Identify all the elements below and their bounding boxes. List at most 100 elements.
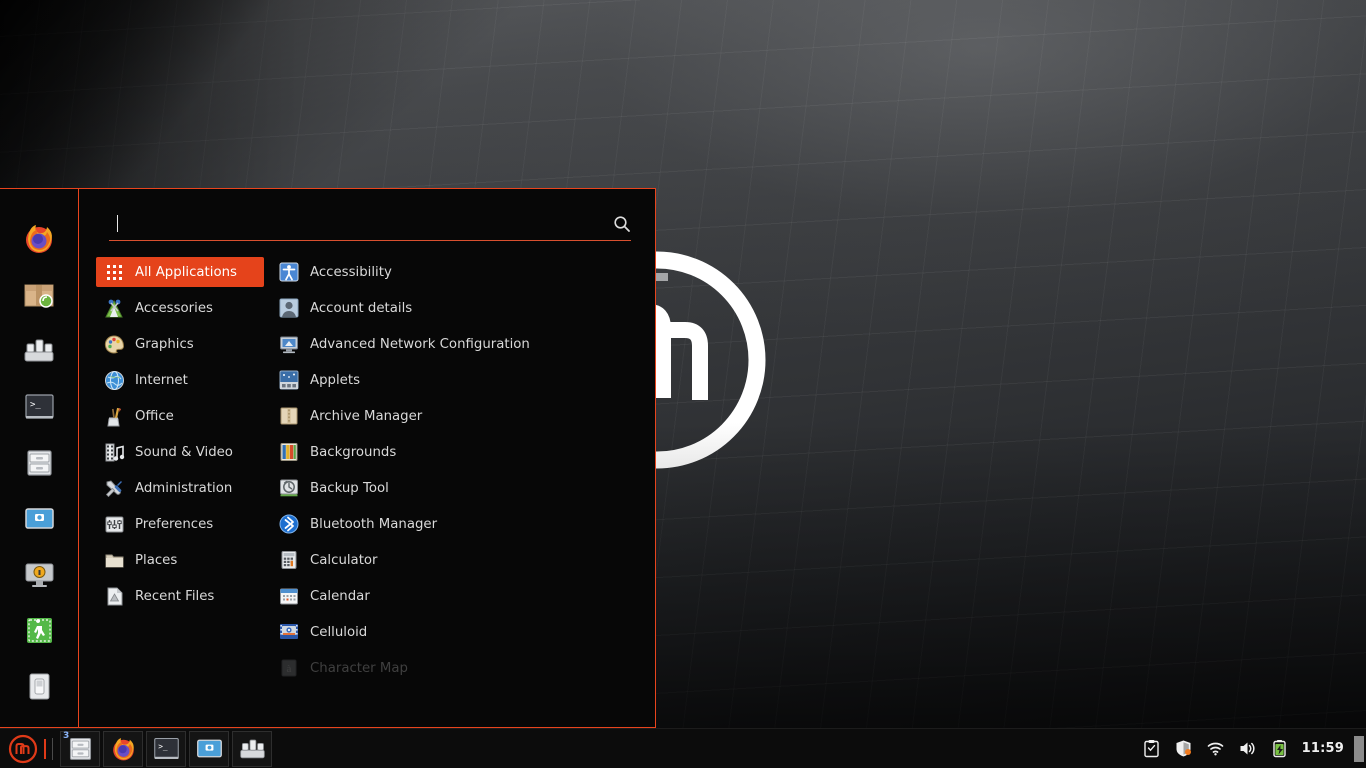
archive-manager-icon <box>278 405 300 427</box>
app-item-accessibility[interactable]: Accessibility <box>271 257 641 287</box>
task-badge-count: 3 <box>63 730 70 741</box>
battery-charging-icon[interactable] <box>1267 736 1293 762</box>
favorite-terminal-icon[interactable]: >_ <box>16 383 62 429</box>
app-item-backgrounds[interactable]: Backgrounds <box>271 437 641 467</box>
svg-text:>_: >_ <box>158 742 168 751</box>
sound-video-icon <box>103 441 125 463</box>
app-item-account-details[interactable]: Account details <box>271 293 641 323</box>
category-office[interactable]: Office <box>96 401 264 431</box>
calendar-icon <box>278 585 300 607</box>
screenshot-icon <box>196 739 222 758</box>
celluloid-icon <box>278 621 300 643</box>
favorite-lock-screen-icon[interactable] <box>16 551 62 597</box>
app-item-celluloid[interactable]: Celluloid <box>271 617 641 647</box>
administration-icon <box>103 477 125 499</box>
search-input[interactable] <box>109 215 613 236</box>
favorite-software-manager-icon[interactable] <box>16 271 62 317</box>
menu-favorites-sidebar[interactable]: >_ <box>0 189 79 727</box>
accessories-icon <box>103 297 125 319</box>
app-item-archive-manager[interactable]: Archive Manager <box>271 401 641 431</box>
menu-columns: All Applications Accessories Graphics In… <box>79 241 655 727</box>
app-item-bluetooth-manager[interactable]: Bluetooth Manager <box>271 509 641 539</box>
category-label: Accessories <box>135 300 213 316</box>
category-graphics[interactable]: Graphics <box>96 329 264 359</box>
favorite-logout-icon[interactable] <box>16 607 62 653</box>
bottom-panel[interactable]: 3 >_ 11:59 <box>0 728 1366 768</box>
favorite-shutdown-icon[interactable] <box>16 663 62 709</box>
app-item-applets[interactable]: Applets <box>271 365 641 395</box>
graphics-icon <box>103 333 125 355</box>
task-button-firefox[interactable] <box>103 730 143 767</box>
category-label: Administration <box>135 480 233 496</box>
places-icon <box>103 549 125 571</box>
app-label: Advanced Network Configuration <box>310 336 530 352</box>
category-all-applications[interactable]: All Applications <box>96 257 264 287</box>
app-item-character-map[interactable]: à Character Map <box>271 653 641 683</box>
menu-application-list[interactable]: Accessibility Account details Advanced N… <box>264 257 655 727</box>
calculator-icon <box>278 549 300 571</box>
internet-icon <box>103 369 125 391</box>
category-sound-video[interactable]: Sound & Video <box>96 437 264 467</box>
task-button-terminal[interactable]: >_ <box>146 730 186 767</box>
bluetooth-icon <box>278 513 300 535</box>
category-label: Graphics <box>135 336 194 352</box>
app-label: Celluloid <box>310 624 368 640</box>
task-button-package-manager[interactable] <box>232 730 272 767</box>
mint-logo-icon <box>8 734 38 763</box>
menu-category-list[interactable]: All Applications Accessories Graphics In… <box>79 257 264 727</box>
favorite-files-icon[interactable] <box>16 439 62 485</box>
app-label: Applets <box>310 372 360 388</box>
preferences-icon <box>103 513 125 535</box>
menu-main-area: All Applications Accessories Graphics In… <box>79 189 655 727</box>
category-recent-files[interactable]: Recent Files <box>96 581 264 611</box>
app-item-calculator[interactable]: Calculator <box>271 545 641 575</box>
category-internet[interactable]: Internet <box>96 365 264 395</box>
panel-expand-grip[interactable] <box>1354 735 1364 762</box>
category-label: Office <box>135 408 174 424</box>
update-shield-icon[interactable] <box>1171 736 1197 762</box>
clipboard-icon[interactable] <box>1139 736 1165 762</box>
cinnamon-menu[interactable]: >_ All Applications Accessories Graphics… <box>0 188 656 728</box>
svg-text:>_: >_ <box>30 400 41 410</box>
accessibility-icon <box>278 261 300 283</box>
menu-search-bar[interactable] <box>109 211 631 241</box>
category-administration[interactable]: Administration <box>96 473 264 503</box>
category-label: Sound & Video <box>135 444 233 460</box>
grid-dots-icon <box>103 261 125 283</box>
network-config-icon <box>278 333 300 355</box>
clock[interactable]: 11:59 <box>1296 741 1354 756</box>
backgrounds-icon <box>278 441 300 463</box>
task-button-screenshot[interactable] <box>189 730 229 767</box>
category-accessories[interactable]: Accessories <box>96 293 264 323</box>
panel-separator <box>52 737 53 760</box>
favorite-firefox-icon[interactable] <box>16 215 62 261</box>
search-icon[interactable] <box>613 215 631 233</box>
favorite-screenshot-icon[interactable] <box>16 495 62 541</box>
app-item-backup-tool[interactable]: Backup Tool <box>271 473 641 503</box>
app-label: Calculator <box>310 552 378 568</box>
app-label: Character Map <box>310 660 408 676</box>
app-label: Accessibility <box>310 264 392 280</box>
favorite-package-manager-icon[interactable] <box>16 327 62 373</box>
system-tray: 11:59 <box>1136 729 1366 768</box>
category-label: All Applications <box>135 264 237 280</box>
category-label: Recent Files <box>135 588 215 604</box>
office-icon <box>103 405 125 427</box>
category-places[interactable]: Places <box>96 545 264 575</box>
app-label: Backup Tool <box>310 480 389 496</box>
applets-icon <box>278 369 300 391</box>
svg-text:à: à <box>287 663 292 675</box>
panel-separator-accent <box>44 738 46 759</box>
app-item-calendar[interactable]: Calendar <box>271 581 641 611</box>
files-icon <box>69 737 91 760</box>
backup-tool-icon <box>278 477 300 499</box>
app-item-advanced-network-configuration[interactable]: Advanced Network Configuration <box>271 329 641 359</box>
app-label: Calendar <box>310 588 370 604</box>
category-label: Preferences <box>135 516 214 532</box>
panel-launchers: 3 >_ <box>0 729 275 768</box>
volume-icon[interactable] <box>1235 736 1261 762</box>
category-preferences[interactable]: Preferences <box>96 509 264 539</box>
menu-button[interactable] <box>5 731 41 767</box>
task-button-files[interactable]: 3 <box>60 730 100 767</box>
wifi-icon[interactable] <box>1203 736 1229 762</box>
